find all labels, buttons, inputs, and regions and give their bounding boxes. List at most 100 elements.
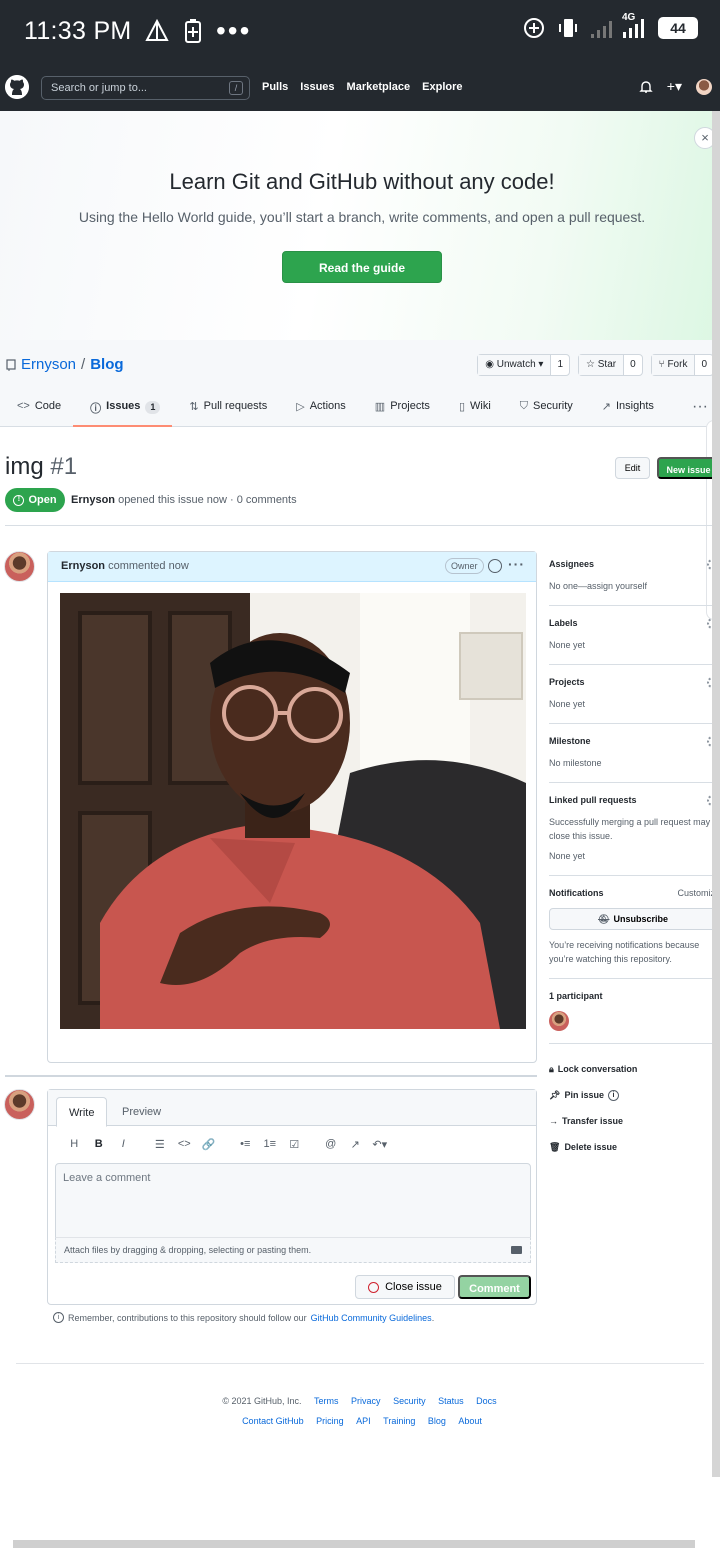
- banner-subtitle: Using the Hello World guide, you’ll star…: [78, 209, 646, 225]
- code-icon: <>: [17, 400, 30, 412]
- repo-icon: [6, 358, 16, 371]
- search-input[interactable]: Search or jump to... /: [41, 76, 250, 100]
- participant-avatar[interactable]: [549, 1011, 569, 1031]
- horizontal-scrollbar[interactable]: [13, 1540, 695, 1548]
- footer-link-pricing[interactable]: Pricing: [316, 1416, 344, 1426]
- footer-link-training[interactable]: Training: [383, 1416, 415, 1426]
- info-icon[interactable]: i: [607, 1089, 619, 1101]
- smiley-icon[interactable]: [488, 559, 502, 573]
- sidebar-milestone[interactable]: Milestone No milestone: [549, 736, 720, 783]
- tab-preview[interactable]: Preview: [110, 1097, 173, 1127]
- issue-opened-icon: !: [13, 494, 25, 506]
- lock-icon: 🔒︎: [549, 1063, 554, 1074]
- community-guidelines-link[interactable]: GitHub Community Guidelines: [311, 1313, 432, 1323]
- italic-icon[interactable]: I: [111, 1138, 136, 1151]
- tab-insights[interactable]: ↗ Insights: [585, 392, 666, 427]
- issue-author[interactable]: Ernyson: [71, 494, 115, 506]
- footer-link-security[interactable]: Security: [393, 1396, 426, 1406]
- create-new-button[interactable]: +▾: [667, 78, 682, 95]
- repo-title: Ernyson / Blog: [6, 356, 124, 373]
- comment-textarea[interactable]: Leave a comment: [55, 1163, 531, 1238]
- tab-projects[interactable]: ▥ Projects: [358, 392, 442, 427]
- pull-request-icon: ⇅: [189, 401, 199, 413]
- star-button[interactable]: ☆ Star 0: [578, 354, 643, 376]
- cross-reference-icon[interactable]: ↗: [343, 1138, 368, 1151]
- tab-wiki[interactable]: ▯ Wiki: [442, 392, 503, 427]
- footer-link-contact[interactable]: Contact GitHub: [242, 1416, 304, 1426]
- close-issue-button[interactable]: Close issue: [355, 1275, 455, 1299]
- project-icon: ▥: [374, 401, 386, 413]
- more-tabs-icon[interactable]: ···: [692, 398, 708, 416]
- footer-divider: [16, 1363, 704, 1364]
- tab-pull-requests[interactable]: ⇅ Pull requests: [172, 392, 279, 427]
- markdown-icon[interactable]: [511, 1246, 522, 1254]
- comment-menu-icon[interactable]: ···: [508, 556, 525, 572]
- comment-author[interactable]: Ernyson: [61, 560, 105, 572]
- footer-link-about[interactable]: About: [458, 1416, 482, 1426]
- tab-security[interactable]: ⛉ Security: [503, 392, 585, 427]
- footer-link-blog[interactable]: Blog: [428, 1416, 446, 1426]
- nav-marketplace[interactable]: Marketplace: [347, 81, 411, 93]
- attach-files-area[interactable]: Attach files by dragging & dropping, sel…: [55, 1237, 531, 1263]
- sidebar-linked-prs[interactable]: Linked pull requests Successfully mergin…: [549, 795, 720, 876]
- copyright: © 2021 GitHub, Inc.: [222, 1396, 302, 1406]
- unwatch-button[interactable]: ◉ Unwatch ▾ 1: [477, 354, 570, 376]
- fork-button[interactable]: ⑂ Fork 0: [650, 354, 714, 376]
- github-logo-icon[interactable]: [5, 75, 29, 99]
- bold-icon[interactable]: B: [87, 1138, 112, 1151]
- heading-icon[interactable]: H: [62, 1138, 87, 1151]
- current-user-avatar[interactable]: [4, 1089, 35, 1120]
- graph-icon: ↗: [601, 401, 611, 413]
- pin-issue-button[interactable]: 📌︎ Pin issue i: [549, 1082, 720, 1108]
- close-circle-icon: [368, 1281, 380, 1293]
- signal-weak-icon: [591, 21, 612, 38]
- comment-header: Ernyson commented now Owner ···: [48, 552, 536, 582]
- sidebar-labels[interactable]: Labels None yet: [549, 618, 720, 665]
- read-guide-button[interactable]: Read the guide: [282, 251, 442, 283]
- status-bar: 11:33 PM ••• 4G 44: [0, 0, 720, 64]
- mention-icon[interactable]: @: [319, 1138, 344, 1151]
- repo-owner-link[interactable]: Ernyson: [21, 356, 76, 373]
- sidebar-assignees[interactable]: Assignees No one—assign yourself: [549, 559, 720, 606]
- battery-indicator: 44: [658, 17, 698, 39]
- footer-link-api[interactable]: API: [356, 1416, 371, 1426]
- divider: [5, 525, 720, 526]
- nav-pulls[interactable]: Pulls: [262, 81, 288, 93]
- tab-actions[interactable]: ▷ Actions: [279, 392, 358, 427]
- tab-code[interactable]: <> Code: [0, 392, 73, 427]
- nav-explore[interactable]: Explore: [422, 81, 462, 93]
- unsubscribe-button[interactable]: 🔕︎ Unsubscribe: [549, 908, 717, 930]
- edit-title-button[interactable]: Edit: [615, 457, 650, 479]
- unordered-list-icon[interactable]: •≡: [233, 1138, 258, 1151]
- task-list-icon[interactable]: ☑: [282, 1138, 307, 1151]
- new-issue-button[interactable]: New issue: [657, 457, 720, 479]
- footer-link-privacy[interactable]: Privacy: [351, 1396, 381, 1406]
- attached-photo[interactable]: [60, 593, 526, 1029]
- sidebar-projects[interactable]: Projects None yet: [549, 677, 720, 724]
- star-count[interactable]: 0: [624, 355, 642, 375]
- footer-link-status[interactable]: Status: [438, 1396, 464, 1406]
- comment-button[interactable]: Comment: [458, 1275, 531, 1299]
- tab-issues[interactable]: ⓘ Issues 1: [73, 392, 173, 427]
- eye-icon: ◉: [485, 359, 497, 370]
- bell-icon[interactable]: [639, 80, 653, 94]
- nav-issues[interactable]: Issues: [300, 81, 334, 93]
- delete-issue-button[interactable]: 🗑︎ Delete issue: [549, 1134, 720, 1160]
- comment-author-avatar[interactable]: [4, 551, 35, 582]
- transfer-issue-button[interactable]: → Transfer issue: [549, 1108, 720, 1134]
- footer-link-terms[interactable]: Terms: [314, 1396, 339, 1406]
- reply-icon[interactable]: ↶▾: [368, 1138, 393, 1151]
- guidelines-note: i Remember, contributions to this reposi…: [53, 1312, 434, 1323]
- watch-count[interactable]: 1: [551, 355, 569, 375]
- vertical-scrollbar[interactable]: [712, 111, 720, 1477]
- quote-icon[interactable]: ☰: [148, 1138, 173, 1151]
- repo-name-link[interactable]: Blog: [90, 356, 123, 373]
- footer-link-docs[interactable]: Docs: [476, 1396, 497, 1406]
- fork-count[interactable]: 0: [695, 355, 713, 375]
- ordered-list-icon[interactable]: 1≡: [258, 1138, 283, 1151]
- user-avatar[interactable]: [696, 78, 712, 95]
- link-icon[interactable]: 🔗: [197, 1138, 222, 1151]
- code-icon[interactable]: <>: [172, 1138, 197, 1151]
- tab-write[interactable]: Write: [56, 1097, 108, 1127]
- lock-conversation-button[interactable]: 🔒︎ Lock conversation: [549, 1056, 720, 1082]
